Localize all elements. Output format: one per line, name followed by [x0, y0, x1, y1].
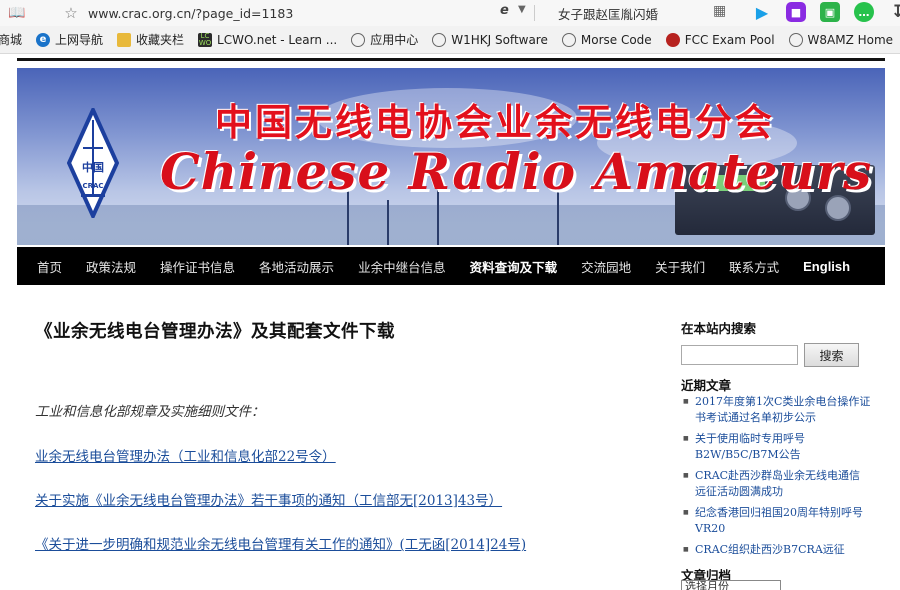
- logo-text: 中国: [82, 160, 104, 174]
- video-icon[interactable]: ■: [786, 2, 806, 22]
- bookmark-label: FCC Exam Pool: [684, 32, 775, 47]
- recent-post-link[interactable]: CRAC赴西沙群岛业余无线电通信远征活动圆满成功: [681, 468, 871, 500]
- bookmark-label: LCWO.net - Learn ...: [217, 32, 338, 47]
- bookmark-item[interactable]: LC WO LCWO.net - Learn ...: [198, 31, 338, 47]
- fcc-icon: [665, 32, 680, 47]
- main-content: 《业余无线电台管理办法》及其配套文件下载 工业和信息化部规章及实施细则文件： 业…: [35, 318, 635, 553]
- nav-item-repeaters[interactable]: 业余中继台信息: [346, 257, 458, 276]
- search-row: 搜索: [681, 343, 881, 367]
- globe-icon: [561, 32, 576, 47]
- play-icon[interactable]: ▶: [752, 2, 772, 22]
- nav-item-activities[interactable]: 各地活动展示: [247, 257, 346, 276]
- bookmark-item[interactable]: e 上网导航: [36, 31, 103, 48]
- apps-grid-icon[interactable]: ▦: [713, 3, 726, 19]
- archive-select[interactable]: 选择月份: [681, 580, 781, 590]
- bookmark-item[interactable]: 收藏夹栏: [117, 31, 184, 48]
- bookmark-label: 应用中心: [370, 33, 419, 47]
- ie-mode-icon[interactable]: e: [500, 3, 509, 18]
- bookmark-item[interactable]: FCC Exam Pool: [665, 32, 775, 47]
- bookmark-item[interactable]: Morse Code: [561, 32, 652, 47]
- extension-toolbar: ▶ ■ ▣ … ↧: [752, 2, 900, 22]
- bookmark-label: 上网导航: [55, 33, 104, 47]
- nav-item-about[interactable]: 关于我们: [643, 257, 717, 276]
- doc-link[interactable]: 业余无线电台管理办法（工业和信息化部22号令）: [35, 445, 336, 465]
- nav-item-home[interactable]: 首页: [25, 257, 74, 276]
- globe-icon: [788, 32, 803, 47]
- nav-item-policy[interactable]: 政策法规: [74, 257, 148, 276]
- address-bar: 📖 ☆ www.crac.org.cn/?page_id=1183 e ▼ 女子…: [0, 0, 900, 26]
- recent-post-link[interactable]: 关于使用临时专用呼号B2W/B5C/B7M公告: [681, 431, 871, 463]
- bookmark-item[interactable]: W8AMZ Home: [788, 32, 894, 47]
- bookmarks-bar: 商城 e 上网导航 收藏夹栏 LC WO LCWO.net - Learn ... 应…: [0, 26, 900, 54]
- search-button[interactable]: 搜索: [804, 343, 859, 367]
- bookmark-label: W1HKJ Software: [451, 32, 548, 47]
- site-container: 中国 CRAC 中国无线电协会业余无线电分会 Chinese Radio Ama…: [17, 58, 885, 285]
- bookmark-item[interactable]: 应用中心: [351, 31, 418, 48]
- download-icon[interactable]: ↧: [888, 2, 900, 22]
- nav-item-certificate[interactable]: 操作证书信息: [148, 257, 247, 276]
- search-input[interactable]: [681, 345, 798, 365]
- page-title: 《业余无线电台管理办法》及其配套文件下载: [35, 322, 395, 342]
- intro-text: 工业和信息化部规章及实施细则文件：: [35, 404, 265, 420]
- bookmark-item[interactable]: 商城: [0, 31, 22, 48]
- recent-post-link[interactable]: 2017年度第1次C类业余电台操作证书考试通过名单初步公示: [681, 394, 871, 426]
- favorite-star-icon[interactable]: ☆: [58, 4, 84, 22]
- main-nav: 首页 政策法规 操作证书信息 各地活动展示 业余中继台信息 资料查询及下载 交流…: [17, 247, 885, 285]
- bus-icon[interactable]: ▣: [820, 2, 840, 22]
- crac-logo-icon: 中国 CRAC: [67, 108, 119, 218]
- dropdown-caret-icon[interactable]: ▼: [518, 4, 526, 15]
- banner-title-en: Chinese Radio Amateurs Club: [160, 142, 885, 201]
- bookmark-label: W8AMZ Home: [807, 32, 894, 47]
- bookmark-item[interactable]: W1HKJ Software: [432, 32, 548, 47]
- chat-icon[interactable]: …: [854, 2, 874, 22]
- nav-item-contact[interactable]: 联系方式: [717, 257, 791, 276]
- divider: [534, 5, 535, 21]
- recent-post-link[interactable]: 纪念香港回归祖国20周年特别呼号VR20: [681, 505, 871, 537]
- antenna-tower-icon: [387, 200, 389, 245]
- url-field[interactable]: www.crac.org.cn/?page_id=1183: [88, 6, 488, 21]
- lcwo-icon: LC WO: [198, 31, 213, 47]
- header-banner[interactable]: 中国 CRAC 中国无线电协会业余无线电分会 Chinese Radio Ama…: [17, 68, 885, 245]
- doc-link[interactable]: 《关于进一步明确和规范业余无线电台管理有关工作的通知》(工无函[2014]24号…: [35, 533, 526, 553]
- recent-post-link[interactable]: CRAC组织赴西沙B7CRA远征: [681, 542, 871, 558]
- logo-sub: CRAC: [82, 182, 103, 190]
- ie-icon: e: [36, 32, 51, 47]
- bookmark-label: Morse Code: [580, 32, 652, 47]
- nav-item-english[interactable]: English: [791, 259, 862, 274]
- sidebar: 在本站内搜索 搜索 近期文章 2017年度第1次C类业余电台操作证书考试通过名单…: [681, 318, 881, 590]
- globe-icon: [351, 32, 366, 47]
- reading-list-icon[interactable]: 📖: [6, 5, 28, 21]
- doc-link[interactable]: 关于实施《业余无线电台管理办法》若干事项的通知（工信部无[2013]43号）: [35, 489, 502, 509]
- bookmark-label: 收藏夹栏: [136, 33, 185, 47]
- search-widget-title: 在本站内搜索: [681, 321, 757, 336]
- globe-icon: [432, 32, 447, 47]
- bookmark-label: 商城: [0, 33, 23, 47]
- top-rule: [17, 58, 885, 61]
- browser-search-field[interactable]: 女子跟赵匡胤闪婚: [558, 4, 658, 23]
- folder-icon: [117, 32, 132, 47]
- nav-item-forum[interactable]: 交流园地: [569, 257, 643, 276]
- recent-posts-title: 近期文章: [681, 378, 732, 393]
- recent-posts-list: 2017年度第1次C类业余电台操作证书考试通过名单初步公示 关于使用临时专用呼号…: [681, 394, 871, 563]
- nav-item-downloads[interactable]: 资料查询及下载: [458, 257, 570, 276]
- banner-title-cn: 中国无线电协会业余无线电分会: [215, 100, 775, 144]
